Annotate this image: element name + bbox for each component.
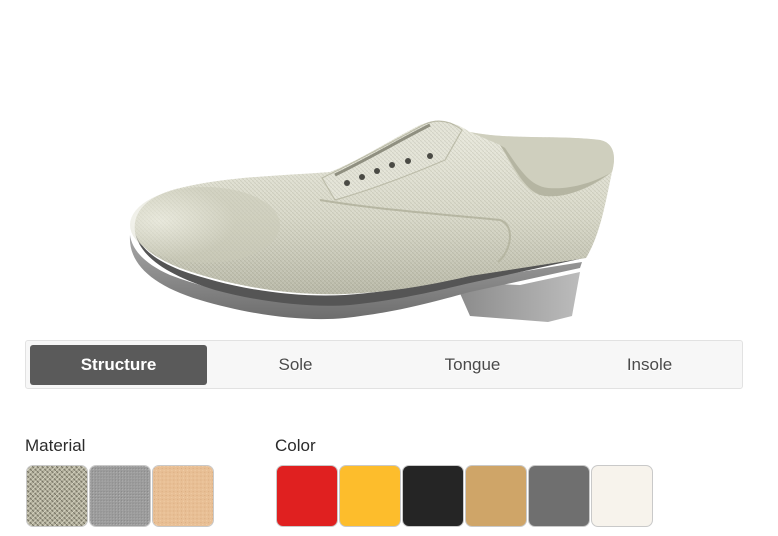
material-swatches [26,465,214,527]
color-swatch-yellow[interactable] [339,465,401,527]
material-swatch-grey-fabric[interactable] [89,465,151,527]
color-swatch-grey[interactable] [528,465,590,527]
tab-structure[interactable]: Structure [30,344,207,385]
color-swatch-black[interactable] [402,465,464,527]
material-swatch-linen[interactable] [26,465,88,527]
color-swatch-tan[interactable] [465,465,527,527]
tab-insole[interactable]: Insole [561,345,738,385]
tab-sole[interactable]: Sole [207,345,384,385]
color-swatch-red[interactable] [276,465,338,527]
part-tabs: Structure Sole Tongue Insole [25,340,743,389]
material-swatch-beige-suede[interactable] [152,465,214,527]
tab-tongue[interactable]: Tongue [384,345,561,385]
color-swatches [276,465,653,527]
shoe-3d-viewer[interactable] [0,0,778,335]
shoe-render [129,120,615,322]
color-heading: Color [275,436,316,455]
color-swatch-off-white[interactable] [591,465,653,527]
material-heading: Material [25,436,86,455]
